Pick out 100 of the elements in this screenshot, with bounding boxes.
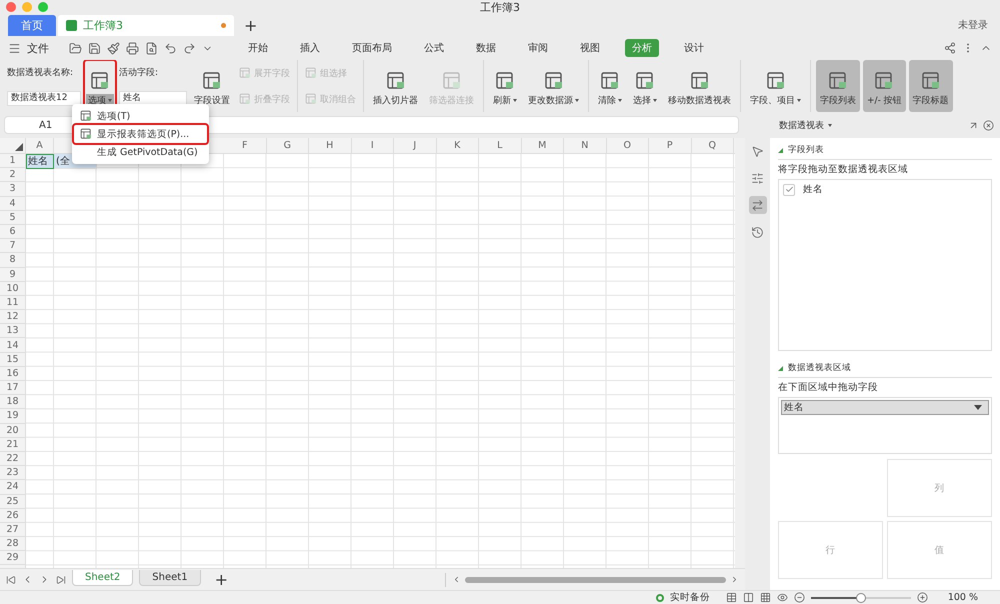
share-icon[interactable]	[944, 42, 956, 54]
ribbon-button[interactable]: 插入切片器	[369, 60, 422, 112]
add-sheet-button[interactable]: +	[206, 570, 236, 590]
section-title: 数据透视表区域	[788, 362, 851, 374]
first-sheet-icon[interactable]	[6, 574, 16, 584]
sheet-tab[interactable]: Sheet2	[72, 570, 134, 586]
column-header[interactable]: Q	[692, 138, 734, 153]
column-header[interactable]: M	[522, 138, 564, 153]
normal-view-icon[interactable]	[726, 592, 737, 603]
row-header[interactable]: 5	[0, 210, 25, 225]
ribbon-tab[interactable]: 公式	[417, 39, 451, 57]
row-header[interactable]: 19	[0, 409, 25, 424]
scroll-left-icon[interactable]	[452, 575, 461, 584]
row-header[interactable]: 26	[0, 508, 25, 523]
save-icon[interactable]	[88, 42, 101, 54]
ribbon-button[interactable]: +/- 按钮	[863, 60, 906, 112]
close-icon[interactable]	[983, 120, 994, 130]
row-header[interactable]: 20	[0, 424, 25, 438]
filter-field[interactable]: 姓名	[781, 400, 989, 415]
row-header[interactable]: 13	[0, 324, 25, 338]
undo-icon[interactable]	[164, 42, 177, 54]
checkbox[interactable]	[783, 184, 795, 196]
row-header[interactable]: 27	[0, 522, 25, 538]
ribbon-tab[interactable]: 审阅	[521, 39, 555, 57]
menu-icon[interactable]	[8, 42, 21, 54]
row-header[interactable]: 24	[0, 480, 25, 494]
row-header[interactable]: 7	[0, 239, 25, 254]
redo-icon[interactable]	[183, 42, 196, 54]
ribbon-button[interactable]: 字段标题	[908, 60, 953, 112]
folder-icon[interactable]	[69, 42, 82, 54]
print-icon[interactable]	[126, 42, 139, 54]
row-header[interactable]: 1	[0, 154, 25, 168]
ribbon-button[interactable]: 更改数据源	[524, 60, 583, 112]
column-header[interactable]: O	[606, 138, 649, 153]
field-name[interactable]: 姓名	[803, 183, 823, 196]
ribbon-button[interactable]: 移动数据透视表	[664, 60, 735, 112]
row-header[interactable]: 23	[0, 466, 25, 480]
row-header[interactable]: 14	[0, 338, 25, 353]
scroll-right-icon[interactable]	[730, 575, 739, 584]
ribbon-tab[interactable]: 设计	[677, 39, 711, 57]
column-header[interactable]: L	[479, 138, 522, 153]
column-header[interactable]: A	[26, 138, 54, 153]
row-header[interactable]: 15	[0, 352, 25, 367]
ribbon-button[interactable]: 选择	[629, 60, 661, 112]
ribbon-tab[interactable]: 分析	[625, 39, 659, 57]
row-header[interactable]: 18	[0, 395, 25, 410]
ribbon-tab[interactable]: 页面布局	[345, 39, 399, 57]
sheet-tab[interactable]: Sheet1	[139, 570, 201, 586]
column-header[interactable]: J	[394, 138, 436, 153]
close-button[interactable]	[6, 2, 16, 12]
row-header[interactable]: 22	[0, 452, 25, 466]
column-header[interactable]: P	[649, 138, 692, 153]
column-header[interactable]: K	[436, 138, 479, 153]
row-header[interactable]: 28	[0, 537, 25, 552]
ribbon-tab[interactable]: 数据	[469, 39, 503, 57]
row-header[interactable]: 3	[0, 182, 25, 197]
login-status[interactable]: 未登录	[958, 18, 988, 32]
row-header[interactable]: 8	[0, 253, 25, 268]
row-header[interactable]: 2	[0, 168, 25, 182]
column-header[interactable]: H	[309, 138, 352, 153]
row-header[interactable]: 12	[0, 310, 25, 324]
column-header[interactable]: I	[352, 138, 394, 153]
row-header[interactable]: 25	[0, 494, 25, 509]
ribbon-tab[interactable]: 开始	[241, 39, 275, 57]
eye-icon[interactable]	[776, 592, 788, 603]
preview-icon[interactable]	[145, 42, 158, 54]
slider-thumb[interactable]	[856, 592, 866, 602]
row-header[interactable]: 9	[0, 268, 25, 282]
scroll-thumb[interactable]	[465, 576, 726, 582]
row-header[interactable]: 6	[0, 224, 25, 240]
ribbon-button[interactable]: 字段、项目	[746, 60, 805, 112]
row-header[interactable]: 29	[0, 551, 25, 566]
document-tab[interactable]: 工作簿3	[58, 15, 234, 36]
row-header[interactable]: 10	[0, 282, 25, 296]
brush-icon[interactable]	[107, 42, 120, 54]
pivot-icon[interactable]	[748, 196, 766, 214]
ribbon-button[interactable]: 清除	[594, 60, 626, 112]
column-header[interactable]: N	[564, 138, 606, 153]
file-menu[interactable]: 文件	[27, 40, 49, 56]
ribbon-button[interactable]: 字段列表	[816, 60, 860, 112]
page-view-icon[interactable]	[742, 592, 754, 603]
new-tab-button[interactable]: +	[236, 16, 266, 36]
backup-status[interactable]: 实时备份	[670, 591, 710, 604]
pivot-name-field[interactable]: 数据透视表12	[7, 91, 81, 106]
document-tab[interactable]: 首页	[8, 15, 56, 36]
grid-view-icon[interactable]	[760, 592, 771, 603]
ribbon-button[interactable]: 刷新	[489, 60, 521, 112]
zoom-out-icon[interactable]	[794, 592, 805, 603]
row-header[interactable]: 11	[0, 296, 25, 310]
ribbon-tab[interactable]: 视图	[573, 39, 607, 57]
column-header[interactable]: F	[224, 138, 266, 153]
row-header[interactable]: 21	[0, 438, 25, 452]
row-header[interactable]: 4	[0, 196, 25, 211]
row-header[interactable]: 16	[0, 366, 25, 381]
panel-title[interactable]: 数据透视表	[779, 118, 824, 132]
column-header[interactable]: G	[266, 138, 309, 153]
ribbon-tab[interactable]: 插入	[293, 39, 327, 57]
zoom-in-icon[interactable]	[916, 592, 928, 603]
last-sheet-icon[interactable]	[56, 574, 66, 584]
row-header[interactable]: 17	[0, 381, 25, 396]
